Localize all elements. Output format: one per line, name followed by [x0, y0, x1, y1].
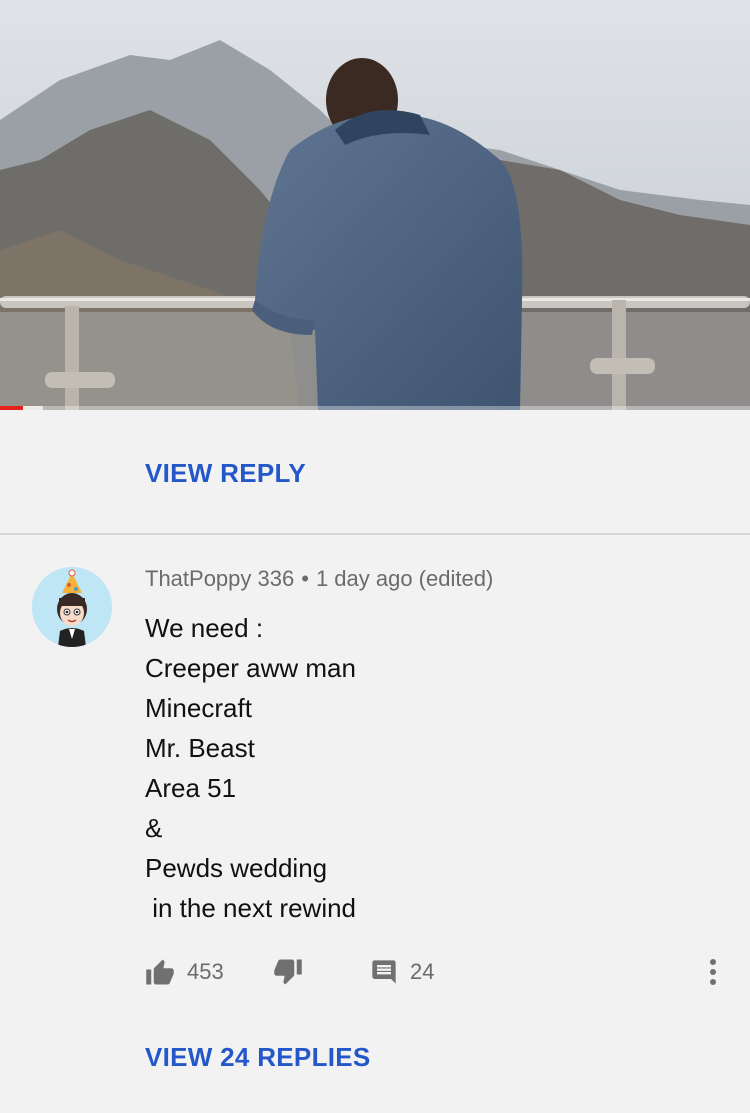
reply-count: 24 [410, 959, 435, 984]
view-replies-link[interactable]: VIEW 24 REPLIES [145, 1042, 371, 1073]
comment-line: Pewds wedding [145, 853, 328, 883]
comment-divider [0, 533, 750, 535]
comment-line: in the next rewind [145, 893, 357, 923]
comment-author[interactable]: ThatPoppy 336 [145, 566, 294, 591]
reply-button[interactable]: 24 [370, 952, 434, 992]
meta-separator: • [301, 566, 309, 591]
more-options-button[interactable] [705, 952, 721, 992]
comment-line: Area 51 [145, 773, 237, 803]
comment-line: Creeper aww man [145, 653, 356, 683]
video-frame-image [0, 0, 750, 410]
dislike-button[interactable] [273, 952, 303, 992]
like-button[interactable]: 453 [145, 952, 224, 992]
comment-body: We need : Creeper aww man Minecraft Mr. … [145, 608, 356, 928]
thumb-up-icon[interactable] [145, 958, 175, 986]
comment-line: & [145, 813, 163, 843]
comment-line: Minecraft [145, 693, 252, 723]
video-player[interactable] [0, 0, 750, 410]
video-buffer-bar [23, 406, 43, 410]
comment-actions: 453 24 [145, 952, 735, 992]
comment-line: We need : [145, 613, 264, 643]
view-reply-link[interactable]: VIEW REPLY [145, 458, 306, 489]
avatar-image [32, 567, 112, 647]
like-count: 453 [187, 959, 224, 984]
thumb-down-icon[interactable] [273, 958, 303, 986]
comment-meta: ThatPoppy 336 • 1 day ago (edited) [145, 566, 493, 592]
comment-icon[interactable] [370, 958, 398, 986]
comment-timestamp: 1 day ago (edited) [315, 566, 494, 591]
video-progress-bar [0, 406, 23, 410]
comment-line: Mr. Beast [145, 733, 255, 763]
avatar[interactable] [32, 567, 112, 647]
more-vert-icon[interactable] [705, 957, 721, 987]
video-progress-track[interactable] [0, 406, 750, 410]
